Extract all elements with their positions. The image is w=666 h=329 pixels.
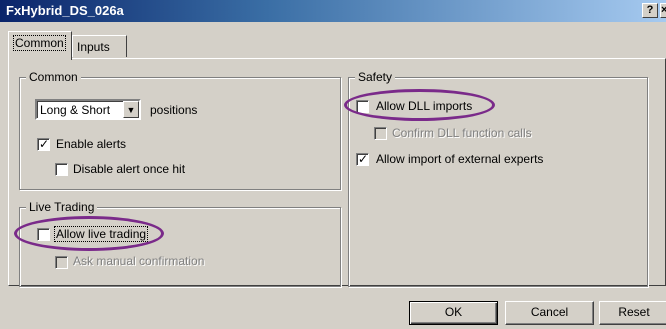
enable-alerts-label[interactable]: Enable alerts — [56, 137, 126, 151]
checkmark-icon: ✓ — [358, 152, 369, 166]
allow-dll-imports-label[interactable]: Allow DLL imports — [376, 99, 472, 113]
enable-alerts-checkbox[interactable]: ✓ — [37, 137, 50, 151]
window-title: FxHybrid_DS_026a — [6, 3, 124, 18]
checkmark-icon: ✓ — [39, 137, 50, 151]
ask-manual-confirmation-checkbox — [55, 256, 68, 269]
disable-alert-label[interactable]: Disable alert once hit — [73, 162, 185, 176]
ok-button[interactable]: OK — [409, 301, 498, 325]
cancel-button[interactable]: Cancel — [505, 301, 594, 325]
help-button[interactable]: ? — [642, 3, 658, 18]
positions-select[interactable]: Long & Short ▼ — [35, 99, 141, 120]
allow-external-experts-label[interactable]: Allow import of external experts — [376, 152, 543, 166]
tab-inputs[interactable]: Inputs — [72, 35, 127, 57]
safety-group-label: Safety — [355, 70, 396, 84]
tab-common-label: Common — [13, 35, 66, 51]
allow-live-trading-text: Allow live trading — [54, 226, 149, 242]
chevron-down-icon[interactable]: ▼ — [123, 101, 139, 118]
tab-common[interactable]: Common — [8, 31, 72, 60]
live-trading-group-label: Live Trading — [26, 200, 98, 214]
live-trading-group: Live Trading — [19, 200, 341, 287]
positions-select-value: Long & Short — [40, 103, 111, 117]
allow-live-trading-label[interactable]: Allow live trading — [54, 226, 149, 242]
disable-alert-checkbox[interactable] — [55, 163, 68, 176]
allow-live-trading-checkbox[interactable] — [37, 228, 50, 241]
confirm-dll-calls-checkbox — [374, 127, 387, 140]
close-button[interactable]: × — [660, 3, 666, 18]
confirm-dll-calls-label: Confirm DLL function calls — [392, 126, 532, 140]
title-bar: FxHybrid_DS_026a ? × — [0, 0, 666, 22]
tab-inputs-label: Inputs — [77, 40, 110, 54]
positions-label: positions — [150, 103, 198, 117]
ask-manual-confirmation-label: Ask manual confirmation — [73, 254, 205, 268]
allow-external-experts-checkbox[interactable]: ✓ — [356, 152, 369, 166]
reset-button[interactable]: Reset — [599, 301, 666, 325]
common-group-label: Common — [26, 70, 81, 84]
allow-dll-imports-checkbox[interactable] — [356, 100, 369, 113]
